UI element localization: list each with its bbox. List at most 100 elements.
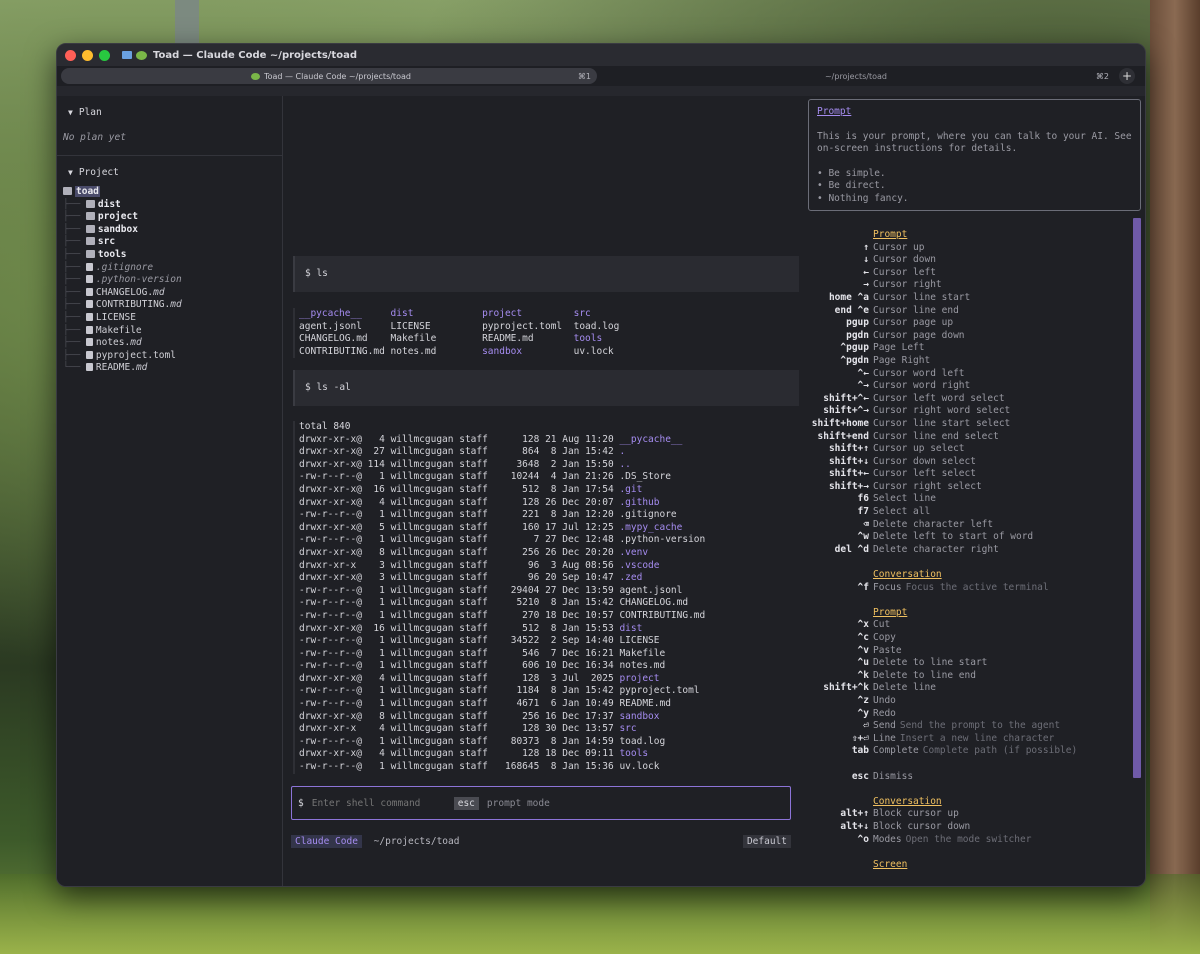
ls-field-links: 1 bbox=[379, 685, 385, 697]
ls-output: __pycache__ dist project src agent.jsonl … bbox=[293, 308, 620, 359]
keybinding-row: ^k Delete to line end bbox=[807, 670, 1127, 683]
keybinding-key: shift+^← bbox=[823, 392, 869, 404]
ls-field-date: 8 Jan 15:42 bbox=[550, 597, 614, 609]
tree-item[interactable]: ├── .gitignore bbox=[63, 262, 282, 275]
ls-field-size: 221 bbox=[522, 509, 540, 521]
keybinding-row: shift+← Cursor left select bbox=[807, 468, 1127, 481]
ls-long-line: -rw-r--r--@ 1 willmcgugan staff 221 8 Ja… bbox=[299, 509, 705, 522]
ls-field-date: 30 Dec 13:57 bbox=[545, 723, 614, 735]
tree-item[interactable]: ├── pyproject.toml bbox=[63, 350, 282, 363]
ls-entry: tools bbox=[573, 333, 603, 345]
command-block[interactable]: $ ls bbox=[293, 256, 799, 292]
ls-field-perm: drwxr-xr-x@ bbox=[299, 496, 362, 508]
folder-icon bbox=[85, 249, 95, 258]
conversation-panel: $ ls __pycache__ dist project src agent.j… bbox=[283, 96, 807, 886]
prompt-help-title[interactable]: Prompt bbox=[817, 106, 1132, 119]
shell-command-input[interactable] bbox=[309, 796, 444, 810]
keybinding-action: Cursor page up bbox=[873, 317, 954, 329]
keybinding-key: shift+end bbox=[817, 430, 869, 442]
keybinding-key: shift+← bbox=[828, 468, 869, 480]
ls-field-date: 8 Jan 12:20 bbox=[550, 509, 614, 521]
keybinding-key: f6 bbox=[857, 493, 869, 505]
ls-field-links: 5 bbox=[379, 521, 385, 533]
tree-item[interactable]: ├── Makefile bbox=[63, 325, 282, 338]
ls-long-line: drwxr-xr-x@ 5 willmcgugan staff 160 17 J… bbox=[299, 522, 705, 535]
keybinding-row: ⇧+⏎ Line Insert a new line character bbox=[807, 733, 1127, 746]
tree-item[interactable]: ├── dist bbox=[63, 199, 282, 212]
tree-guide: ├── bbox=[63, 324, 86, 336]
ls-entry: toad.log bbox=[573, 320, 620, 332]
keybinding-key: shift+↓ bbox=[828, 455, 869, 467]
tab-claude-code[interactable]: Toad — Claude Code ~/projects/toad ⌘1 bbox=[61, 68, 597, 84]
project-section-header[interactable]: ▼ Project bbox=[57, 166, 282, 180]
new-tab-button[interactable]: + bbox=[1119, 68, 1135, 84]
close-window-button[interactable] bbox=[65, 49, 76, 61]
tree-item[interactable]: ├── CONTRIBUTING.md bbox=[63, 299, 282, 312]
keybinding-key: ^pgup bbox=[840, 342, 869, 354]
shell-input-box[interactable]: $ esc prompt mode bbox=[291, 786, 791, 820]
ls-field-user: willmcgugan bbox=[390, 735, 454, 747]
ls-field-user: willmcgugan bbox=[390, 559, 454, 571]
ls-field-size: 512 bbox=[522, 622, 540, 634]
ls-field-size: 5210 bbox=[516, 597, 540, 609]
ls-field-date: 18 Dec 09:11 bbox=[545, 748, 614, 760]
ls-long-line: drwxr-xr-x@ 16 willmcgugan staff 512 8 J… bbox=[299, 623, 705, 636]
agent-name-badge[interactable]: Claude Code bbox=[291, 834, 362, 848]
ls-field-name: tools bbox=[619, 748, 649, 760]
keybinding-key: tab bbox=[851, 745, 869, 757]
tree-item[interactable]: ├── LICENSE bbox=[63, 312, 282, 325]
ls-field-group: staff bbox=[459, 735, 488, 747]
ls-field-date: 8 Jan 15:36 bbox=[550, 761, 614, 773]
ls-long-line: drwxr-xr-x@ 4 willmcgugan staff 128 26 D… bbox=[299, 497, 705, 510]
command-block[interactable]: $ ls -al bbox=[293, 370, 799, 406]
ls-long-line: drwxr-xr-x@ 8 willmcgugan staff 256 26 D… bbox=[299, 547, 705, 560]
ls-long-line: drwxr-xr-x@ 4 willmcgugan staff 128 3 Ju… bbox=[299, 673, 705, 686]
mode-badge[interactable]: Default bbox=[742, 834, 791, 848]
title-bar: Toad — Claude Code ~/projects/toad bbox=[57, 44, 1145, 66]
tree-item[interactable]: ├── .python-version bbox=[63, 274, 282, 287]
ls-entry: project bbox=[482, 308, 523, 319]
ls-field-group: staff bbox=[459, 761, 488, 773]
tree-guide: ├── bbox=[63, 261, 86, 273]
ls-field-date: 8 Jan 14:59 bbox=[550, 735, 614, 747]
ls-field-user: willmcgugan bbox=[390, 660, 454, 672]
tree-item[interactable]: ├── CHANGELOG.md bbox=[63, 287, 282, 300]
ls-field-name: .git bbox=[619, 483, 643, 495]
tree-guide: ├── bbox=[63, 337, 86, 349]
zoom-window-button[interactable] bbox=[99, 49, 110, 61]
ls-field-perm: drwxr-xr-x@ bbox=[299, 748, 362, 760]
plan-section-header[interactable]: ▼ Plan bbox=[57, 106, 282, 120]
tree-item[interactable]: ├── src bbox=[63, 236, 282, 249]
ls-field-date: 2 Jan 15:50 bbox=[550, 458, 614, 470]
tree-item-label: notes. bbox=[95, 337, 131, 349]
keybinding-key: ^y bbox=[857, 707, 869, 719]
ls-field-user: willmcgugan bbox=[390, 748, 454, 760]
keybinding-key: alt+↑ bbox=[840, 808, 869, 820]
tree-root[interactable]: toad bbox=[63, 186, 282, 199]
tree-item[interactable]: └── README.md bbox=[63, 362, 282, 375]
keybinding-action: Cursor line end select bbox=[873, 430, 999, 442]
ls-field-name: CHANGELOG.md bbox=[619, 597, 689, 609]
ls-field-group: staff bbox=[459, 609, 488, 621]
ls-entry: notes.md bbox=[390, 345, 437, 357]
tree-item[interactable]: ├── project bbox=[63, 211, 282, 224]
ls-field-perm: -rw-r--r--@ bbox=[299, 635, 362, 647]
ls-long-line: -rw-r--r--@ 1 willmcgugan staff 7 27 Dec… bbox=[299, 534, 705, 547]
tree-item[interactable]: ├── tools bbox=[63, 249, 282, 262]
keybinding-key: ^z bbox=[857, 694, 869, 706]
ls-field-user: willmcgugan bbox=[390, 509, 454, 521]
help-scrollbar[interactable] bbox=[1133, 218, 1141, 778]
ls-field-date: 18 Dec 10:57 bbox=[545, 609, 614, 621]
tree-item[interactable]: ├── notes.md bbox=[63, 337, 282, 350]
ls-field-name: .vscode bbox=[619, 559, 660, 571]
minimize-window-button[interactable] bbox=[82, 49, 93, 61]
ls-field-size: 128 bbox=[522, 433, 540, 445]
file-icon bbox=[85, 312, 93, 321]
tab-shell[interactable]: ~/projects/toad ⌘2 bbox=[597, 68, 1115, 84]
ls-long-line: drwxr-xr-x@ 4 willmcgugan staff 128 18 D… bbox=[299, 748, 705, 761]
keybinding-action: Delete to line end bbox=[873, 669, 976, 681]
keybinding-row: ⏎ Send Send the prompt to the agent bbox=[807, 720, 1127, 733]
ls-field-group: staff bbox=[459, 559, 488, 571]
ls-field-size: 34522 bbox=[510, 635, 540, 647]
tree-item[interactable]: ├── sandbox bbox=[63, 224, 282, 237]
